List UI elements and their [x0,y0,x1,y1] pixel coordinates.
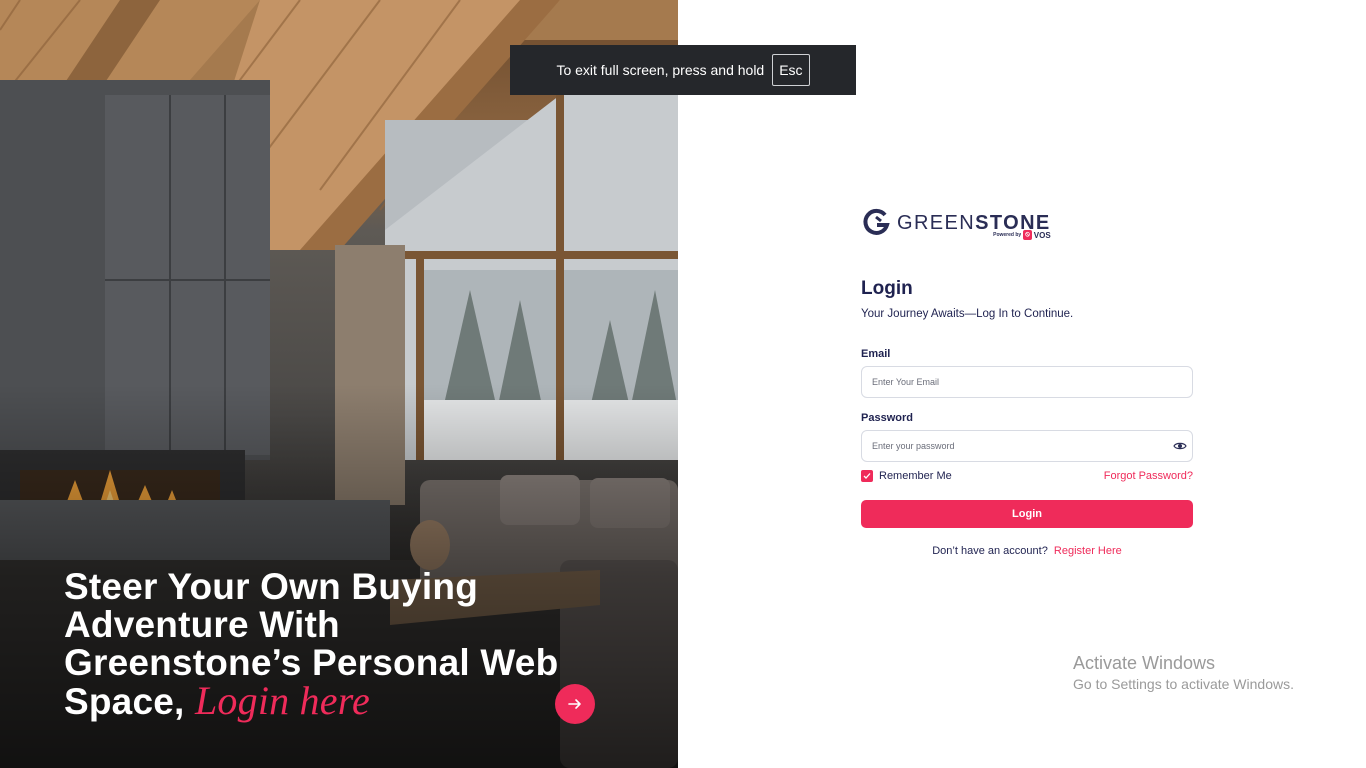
checkbox-checked-icon[interactable] [861,470,873,482]
eye-icon[interactable] [1173,439,1187,453]
hero-headline: Steer Your Own Buying Adventure With Gre… [64,568,564,721]
email-field[interactable] [861,366,1193,398]
fullscreen-toast-message: To exit full screen, press and hold [556,62,765,78]
register-prompt: Don’t have an account? Register Here [861,545,1193,557]
remember-me-checkbox[interactable]: Remember Me [861,470,952,482]
no-account-text: Don’t have an account? [932,545,1048,557]
forgot-password-link[interactable]: Forgot Password? [1104,470,1193,482]
brand-word-thin: GREEN [897,212,976,234]
powered-by-badge: Powered by ⦸ VOS [993,230,1051,240]
remember-me-label: Remember Me [879,470,952,482]
arrow-right-icon [568,699,581,709]
email-label: Email [861,348,891,360]
brand-wordmark: GREENSTONE Powered by ⦸ VOS [897,208,1051,240]
page-title: Login [861,278,913,299]
vos-logo-icon: ⦸ [1023,230,1032,240]
esc-key-hint: Esc [772,54,810,86]
hero-panel: Steer Your Own Buying Adventure With Gre… [0,0,678,768]
password-field[interactable] [861,430,1193,462]
register-link[interactable]: Register Here [1054,545,1122,557]
windows-activation-watermark: Activate Windows Go to Settings to activ… [1073,652,1294,693]
login-panel: GREENSTONE Powered by ⦸ VOS Login Your J… [861,208,1193,557]
watermark-subtitle: Go to Settings to activate Windows. [1073,676,1294,692]
hero-arrow-button[interactable] [555,684,595,724]
watermark-title: Activate Windows [1073,653,1216,673]
hero-headline-accent[interactable]: Login here [195,678,370,723]
remember-row: Remember Me Forgot Password? [861,470,1193,482]
brand-logo: GREENSTONE Powered by ⦸ VOS [861,208,1193,248]
fullscreen-exit-toast: To exit full screen, press and hold Esc [510,45,856,95]
password-label: Password [861,412,913,424]
login-button[interactable]: Login [861,500,1193,528]
password-field-wrapper [861,430,1193,462]
page-subtitle: Your Journey Awaits—Log In to Continue. [861,308,1074,320]
powered-by-label: Powered by [993,232,1022,238]
vos-label: VOS [1033,230,1051,240]
greenstone-logo-icon [863,208,890,235]
